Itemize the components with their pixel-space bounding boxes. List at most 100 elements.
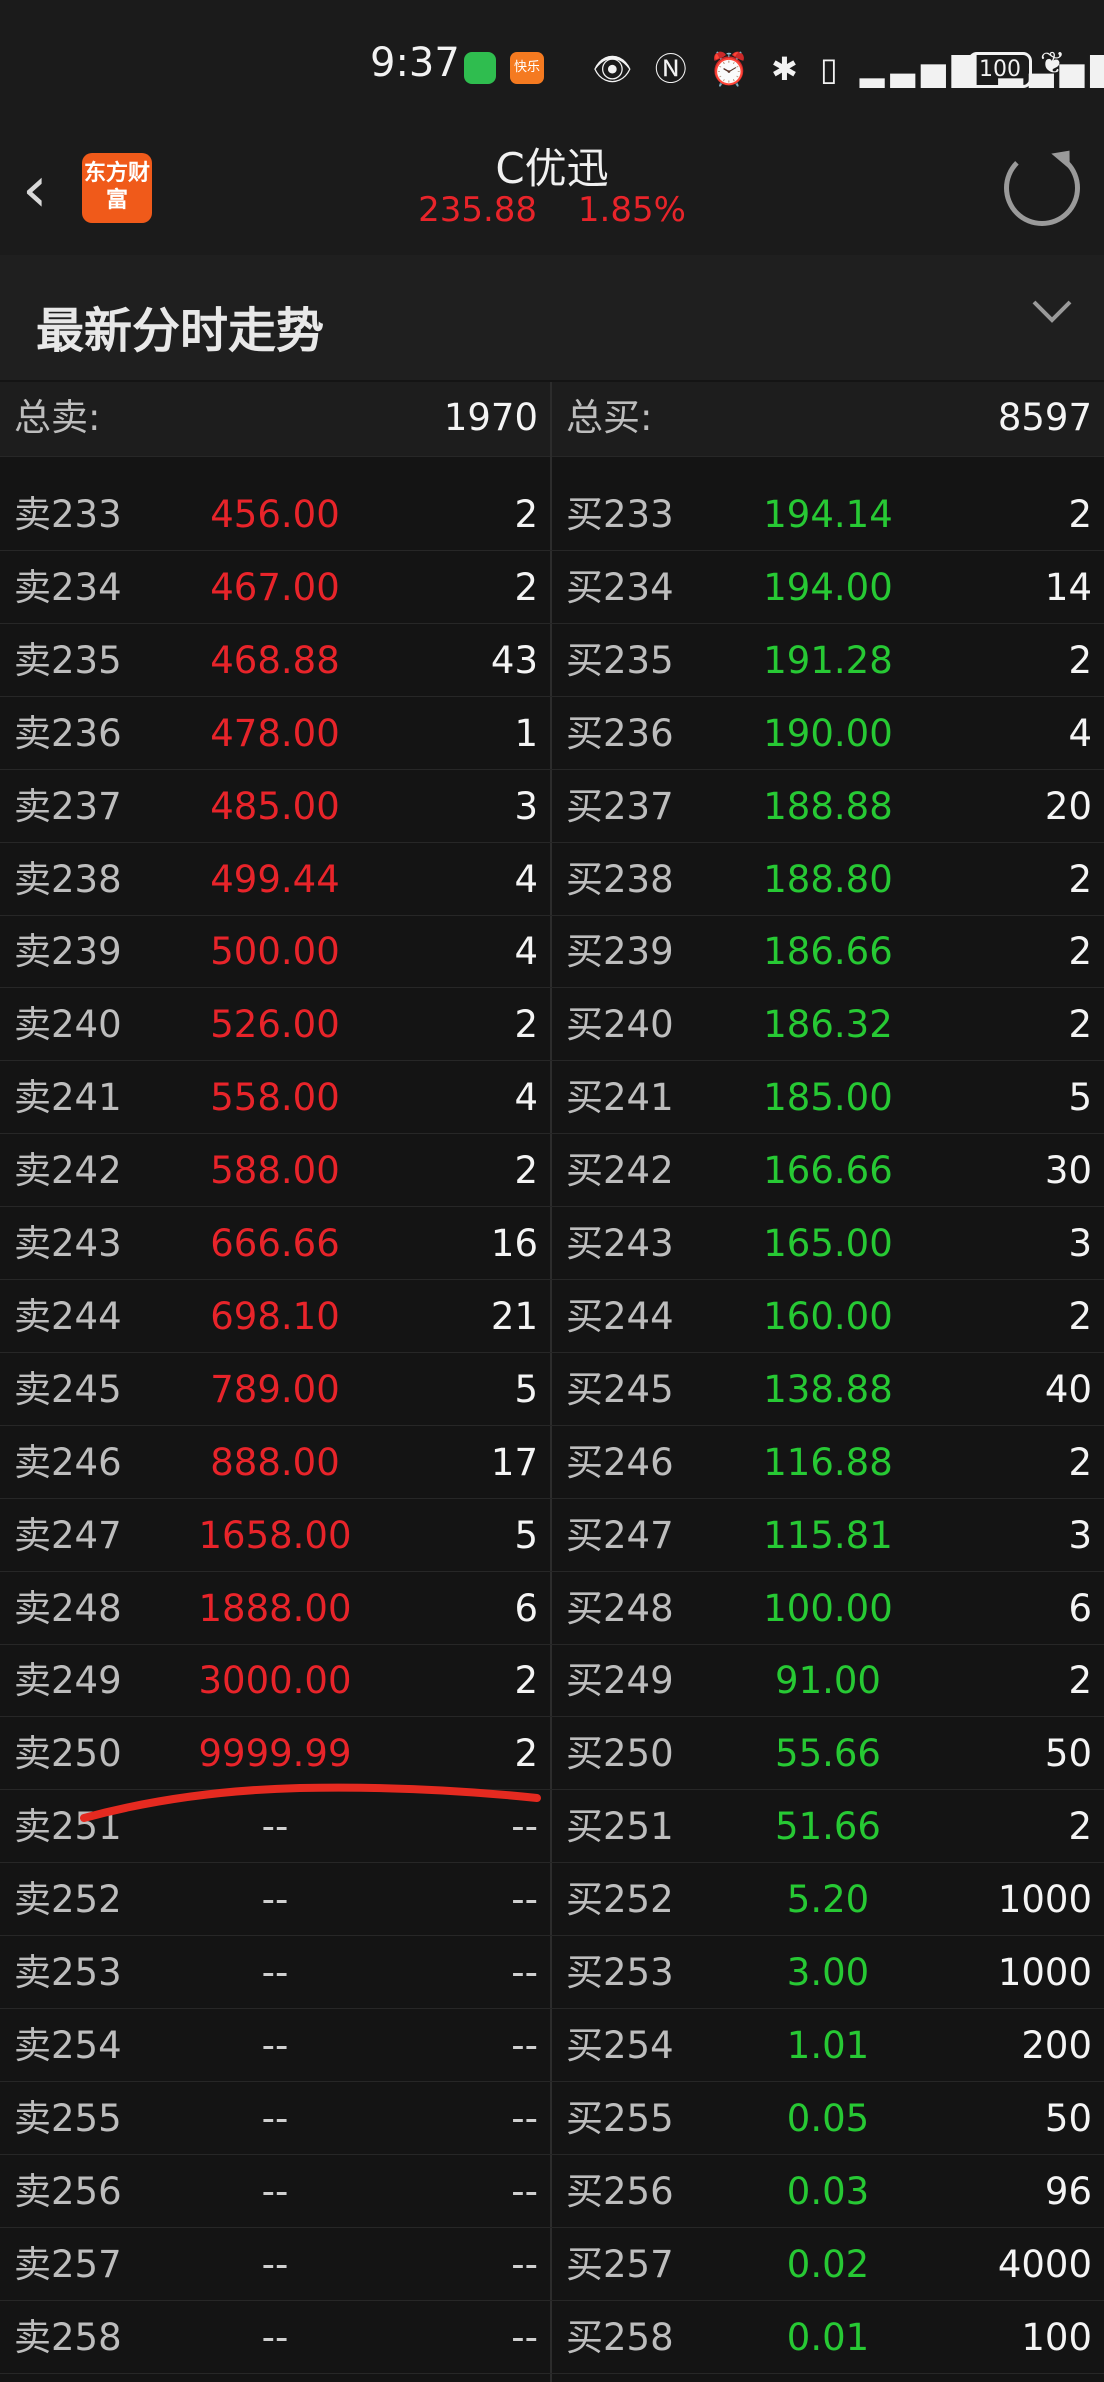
sell-volume: -- bbox=[511, 2170, 538, 2213]
buy-price: 190.00 bbox=[763, 712, 893, 755]
buy-level-label: 买249 bbox=[566, 1659, 674, 1702]
sell-price: 467.00 bbox=[210, 566, 340, 609]
order-book-row: 卖253 -- -- 买253 3.00 1000 bbox=[0, 1937, 1104, 2009]
sell-volume: -- bbox=[511, 2243, 538, 2286]
buy-level-label: 买241 bbox=[566, 1076, 674, 1119]
buy-volume: 1000 bbox=[997, 1878, 1092, 1921]
buy-volume: 2 bbox=[1068, 639, 1092, 682]
sell-price: 499.44 bbox=[210, 858, 340, 901]
sell-level-label: 卖242 bbox=[14, 1149, 122, 1192]
buy-level-label: 买258 bbox=[566, 2316, 674, 2359]
buy-level-label: 买250 bbox=[566, 1732, 674, 1775]
section-title: 最新分时走势 bbox=[36, 303, 325, 359]
totals-row: 总卖: 1970 总买: 8597 bbox=[0, 382, 1104, 457]
buy-volume: 50 bbox=[1044, 2097, 1092, 2140]
sell-price: 500.00 bbox=[210, 930, 340, 973]
buy-price: 138.88 bbox=[763, 1368, 893, 1411]
order-book-row: 卖258 -- -- 买258 0.01 100 bbox=[0, 2302, 1104, 2374]
sell-level-label: 卖253 bbox=[14, 1951, 122, 1994]
buy-level-label: 买252 bbox=[566, 1878, 674, 1921]
total-buy-value: 8597 bbox=[997, 396, 1092, 439]
buy-volume: 14 bbox=[1044, 566, 1092, 609]
buy-price: 166.66 bbox=[763, 1149, 893, 1192]
sell-level-label: 卖255 bbox=[14, 2097, 122, 2140]
sell-volume: -- bbox=[511, 1878, 538, 1921]
sell-volume: -- bbox=[511, 2316, 538, 2359]
buy-volume: 2 bbox=[1068, 930, 1092, 973]
order-book-row: 卖252 -- -- 买252 5.20 1000 bbox=[0, 1864, 1104, 1936]
buy-volume: 2 bbox=[1068, 1003, 1092, 1046]
sell-level-label: 卖249 bbox=[14, 1659, 122, 1702]
order-book-row: 卖240 526.00 2 买240 186.32 2 bbox=[0, 989, 1104, 1061]
sell-price: 1888.00 bbox=[198, 1587, 352, 1630]
buy-level-label: 买240 bbox=[566, 1003, 674, 1046]
order-book-row: 卖239 500.00 4 买239 186.66 2 bbox=[0, 916, 1104, 988]
buy-price: 0.02 bbox=[786, 2243, 870, 2286]
sell-price: 468.88 bbox=[210, 639, 340, 682]
order-book-row: 卖244 698.10 21 买244 160.00 2 bbox=[0, 1281, 1104, 1353]
sell-price: 588.00 bbox=[210, 1149, 340, 1192]
sell-volume: 1 bbox=[514, 712, 538, 755]
sell-level-label: 卖239 bbox=[14, 930, 122, 973]
buy-price: 100.00 bbox=[763, 1587, 893, 1630]
buy-volume: 200 bbox=[1021, 2024, 1092, 2067]
sell-volume: 2 bbox=[514, 1659, 538, 1702]
sell-level-label: 卖258 bbox=[14, 2316, 122, 2359]
buy-level-label: 买244 bbox=[566, 1295, 674, 1338]
sell-price: 9999.99 bbox=[198, 1732, 352, 1775]
sell-level-label: 卖251 bbox=[14, 1805, 122, 1848]
leaf-icon: ❦ bbox=[1040, 46, 1066, 81]
sell-level-label: 卖247 bbox=[14, 1514, 122, 1557]
buy-volume: 40 bbox=[1044, 1368, 1092, 1411]
buy-level-label: 买247 bbox=[566, 1514, 674, 1557]
sell-price: 485.00 bbox=[210, 785, 340, 828]
buy-level-label: 买233 bbox=[566, 493, 674, 536]
order-book-row: 卖242 588.00 2 买242 166.66 30 bbox=[0, 1135, 1104, 1207]
sell-volume: 5 bbox=[514, 1514, 538, 1557]
section-header[interactable]: 最新分时走势 bbox=[0, 255, 1104, 380]
buy-volume: 30 bbox=[1044, 1149, 1092, 1192]
sell-volume: -- bbox=[511, 1805, 538, 1848]
buy-level-label: 买246 bbox=[566, 1441, 674, 1484]
sell-volume: 16 bbox=[490, 1222, 538, 1265]
sell-volume: 2 bbox=[514, 566, 538, 609]
buy-volume: 3 bbox=[1068, 1222, 1092, 1265]
order-book-row: 卖249 3000.00 2 买249 91.00 2 bbox=[0, 1645, 1104, 1717]
order-book-row: 卖247 1658.00 5 买247 115.81 3 bbox=[0, 1500, 1104, 1572]
buy-price: 5.20 bbox=[786, 1878, 870, 1921]
order-book-row: 卖241 558.00 4 买241 185.00 5 bbox=[0, 1062, 1104, 1134]
buy-level-label: 买238 bbox=[566, 858, 674, 901]
sell-price: -- bbox=[261, 1951, 289, 1994]
sell-volume: 2 bbox=[514, 493, 538, 536]
buy-price: 160.00 bbox=[763, 1295, 893, 1338]
refresh-icon[interactable] bbox=[1004, 150, 1080, 226]
buy-volume: 2 bbox=[1068, 1805, 1092, 1848]
order-book-row: 卖236 478.00 1 买236 190.00 4 bbox=[0, 698, 1104, 770]
sell-price: 789.00 bbox=[210, 1368, 340, 1411]
buy-price: 191.28 bbox=[763, 639, 893, 682]
sell-level-label: 卖238 bbox=[14, 858, 122, 901]
sell-level-label: 卖245 bbox=[14, 1368, 122, 1411]
sell-volume: 21 bbox=[490, 1295, 538, 1338]
sell-price: 698.10 bbox=[210, 1295, 340, 1338]
sell-price: -- bbox=[261, 2097, 289, 2140]
buy-price: 51.66 bbox=[775, 1805, 881, 1848]
buy-level-label: 买236 bbox=[566, 712, 674, 755]
buy-level-label: 买237 bbox=[566, 785, 674, 828]
app-logo[interactable]: 东方财富 bbox=[82, 153, 152, 223]
order-book-row: 卖243 666.66 16 买243 165.00 3 bbox=[0, 1208, 1104, 1280]
sell-price: -- bbox=[261, 2170, 289, 2213]
order-book-row: 卖233 456.00 2 买233 194.14 2 bbox=[0, 479, 1104, 551]
sell-price: -- bbox=[261, 2316, 289, 2359]
buy-volume: 2 bbox=[1068, 493, 1092, 536]
back-icon[interactable]: ‹ bbox=[22, 155, 72, 225]
sell-volume: 2 bbox=[514, 1003, 538, 1046]
sell-price: -- bbox=[261, 1878, 289, 1921]
sell-price: 1658.00 bbox=[198, 1514, 352, 1557]
buy-price: 3.00 bbox=[786, 1951, 870, 1994]
chevron-down-icon[interactable] bbox=[1030, 296, 1074, 326]
buy-volume: 50 bbox=[1044, 1732, 1092, 1775]
battery-icon: 100 bbox=[968, 52, 1032, 88]
sell-level-label: 卖252 bbox=[14, 1878, 122, 1921]
sell-level-label: 卖246 bbox=[14, 1441, 122, 1484]
